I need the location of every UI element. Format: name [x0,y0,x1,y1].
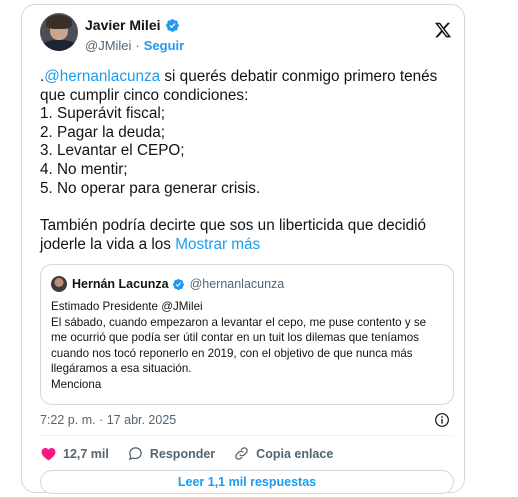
like-count: 12,7 mil [63,446,109,461]
show-more-link[interactable]: Mostrar más [175,236,260,253]
post-text: .@hernanlacunza si querés debatir conmig… [40,68,460,254]
heart-icon [41,447,56,461]
author-handle-row: @JMilei · Seguir [85,38,184,53]
post-line-8: También podría decirte que sos un libert… [40,217,427,235]
separator-dot: · [99,413,104,427]
author-name[interactable]: Javier Milei [85,17,161,33]
post-timestamp[interactable]: 7:22 p. m. · 17 abr. 2025 [40,413,176,427]
quoted-post[interactable]: Hernán Lacunza @hernanlacunza Estimado P… [40,264,454,405]
quoted-line-3: me ocurrió que podía ser útil contar en … [51,331,419,344]
mention-link[interactable]: @hernanlacunza [44,68,160,85]
post-card: Javier Milei @JMilei · Seguir .@hernanla… [21,4,465,494]
reply-button[interactable]: Responder [127,445,215,462]
quoted-line-5: llegáramos a esa situación. [51,362,192,375]
verified-badge-icon [172,278,184,290]
author-handle[interactable]: @JMilei [85,38,131,53]
post-time: 7:22 p. m. [40,413,96,427]
post-line-3: 1. Superávit fiscal; [40,105,165,123]
post-line-4: 2. Pagar la deuda; [40,123,166,141]
author-name-row: Javier Milei [85,17,180,33]
post-line-1: .@hernanlacunza si querés debatir conmig… [40,68,438,85]
post-line-9: joderle la vida a los Mostrar más [40,235,261,253]
post-line-6: 4. No mentir; [40,160,128,178]
quoted-line-2: El sábado, cuando empezaron a levantar e… [51,315,427,329]
post-line-2: que cumplir cinco condiciones: [40,86,249,104]
x-logo-icon[interactable] [434,21,452,39]
separator-dot: · [135,38,140,53]
link-icon [235,447,248,460]
verified-badge-icon [165,18,179,32]
divider [40,435,454,436]
copy-link-button[interactable]: Copia enlace [233,445,333,462]
info-icon[interactable] [434,412,450,428]
post-line-7: 5. No operar para generar crisis. [40,179,261,197]
quoted-line-4: cuando nos tocó reponerlo en 2019, con e… [51,346,413,360]
quoted-post-text: Estimado Presidente @JMilei El sábado, c… [51,299,451,392]
quoted-author-handle: @hernanlacunza [189,277,285,291]
quoted-author-name: Hernán Lacunza [72,277,169,291]
reply-icon [128,447,142,461]
reply-label: Responder [149,446,216,461]
quoted-line-1: Estimado Presidente @JMilei [51,300,203,313]
author-avatar[interactable] [40,13,78,51]
post-date: 17 abr. 2025 [106,413,177,427]
quoted-post-header: Hernán Lacunza @hernanlacunza [51,276,284,292]
quoted-author-avatar [51,276,67,292]
read-replies-button[interactable]: Leer 1,1 mil respuestas [40,470,454,494]
post-line-5: 3. Levantar el CEPO; [40,142,185,160]
quoted-line-6: Menciona [51,377,102,391]
like-button[interactable]: 12,7 mil [40,445,109,462]
follow-button[interactable]: Seguir [144,38,184,53]
action-bar: 12,7 mil Responder Copia enlace [40,445,351,462]
copy-link-label: Copia enlace [256,446,334,461]
